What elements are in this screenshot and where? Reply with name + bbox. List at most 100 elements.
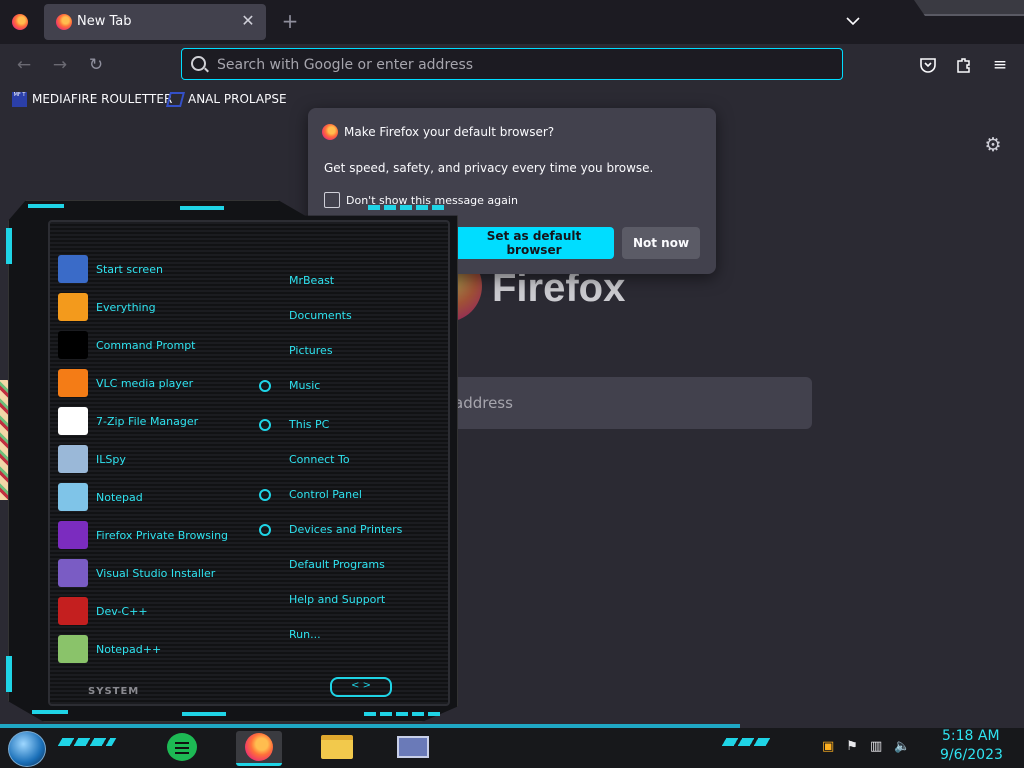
extensions-puzzle-icon[interactable] xyxy=(953,54,975,76)
window-frame-decoration xyxy=(914,0,1024,16)
bookmark-favicon-icon xyxy=(165,91,186,107)
clock-date[interactable]: 9/6/2023 xyxy=(940,747,1003,763)
start-menu-item-label: 7-Zip File Manager xyxy=(96,414,199,428)
volume-icon[interactable]: 🔈 xyxy=(894,739,910,754)
submenu-arrow-icon[interactable] xyxy=(259,419,271,431)
url-input[interactable] xyxy=(215,49,819,81)
file-explorer-icon[interactable] xyxy=(314,731,360,763)
firefox-private-icon xyxy=(58,521,88,549)
start-menu: SYSTEM < > Start screen Everything Command… xyxy=(6,200,458,722)
start-menu-item[interactable]: Start screen xyxy=(58,253,163,285)
start-menu-item-label: Dev-C++ xyxy=(96,604,148,618)
start-menu-item-label: Firefox Private Browsing xyxy=(96,528,229,542)
start-menu-place[interactable]: This PC xyxy=(289,418,329,431)
dialog-title: Make Firefox your default browser? xyxy=(344,125,555,139)
folder-icon xyxy=(321,735,353,759)
system-tray: ▣ ⚑ ▥ 🔈 xyxy=(822,736,910,756)
start-menu-item[interactable]: Firefox Private Browsing xyxy=(58,519,228,551)
start-menu-item-label: ILSpy xyxy=(96,452,126,466)
new-tab-button[interactable]: + xyxy=(278,10,302,34)
window-icon xyxy=(397,736,429,758)
devcpp-icon xyxy=(58,597,88,625)
start-menu-place[interactable]: Default Programs xyxy=(289,558,385,571)
start-menu-place[interactable]: Devices and Printers xyxy=(289,523,402,536)
bookmark-label: MEDIAFIRE ROULETTER xyxy=(32,92,173,106)
start-menu-item[interactable]: 7-Zip File Manager xyxy=(58,405,198,437)
start-menu-item[interactable]: Command Prompt xyxy=(58,329,196,361)
start-menu-item-label: Command Prompt xyxy=(96,338,196,352)
start-menu-item-label: VLC media player xyxy=(96,376,194,390)
start-menu-item[interactable]: ILSpy xyxy=(58,443,126,475)
newtab-search-box[interactable]: address xyxy=(440,377,812,429)
start-menu-item-label: Start screen xyxy=(96,262,163,276)
flag-icon[interactable]: ⚑ xyxy=(846,739,858,754)
start-menu-item-label: Notepad++ xyxy=(96,642,162,656)
start-menu-item[interactable]: Everything xyxy=(58,291,156,323)
firefox-icon xyxy=(12,14,28,30)
bookmark-second[interactable]: ANAL PROLAPSE xyxy=(165,89,287,109)
start-menu-place[interactable]: Help and Support xyxy=(289,593,385,606)
vlc-cone-icon xyxy=(58,369,88,397)
search-icon xyxy=(191,56,206,71)
set-default-browser-button[interactable]: Set as default browser xyxy=(454,227,614,259)
system-label: SYSTEM xyxy=(88,686,140,697)
frame-accent xyxy=(180,206,224,210)
magnifier-icon xyxy=(58,293,88,321)
network-icon[interactable]: ▥ xyxy=(870,739,882,754)
ilspy-icon xyxy=(58,445,88,473)
start-menu-place[interactable]: MrBeast xyxy=(289,274,334,287)
firefox-taskbar-button[interactable] xyxy=(236,731,282,766)
start-menu-place[interactable]: Pictures xyxy=(289,344,333,357)
taskbar-accent xyxy=(57,738,117,746)
start-menu-item[interactable]: Notepad++ xyxy=(58,633,161,665)
close-icon[interactable]: ✕ xyxy=(238,10,258,32)
not-now-button[interactable]: Not now xyxy=(622,227,700,259)
tab-title: New Tab xyxy=(77,14,132,29)
vs-installer-icon xyxy=(58,559,88,587)
tab-favicon-icon xyxy=(56,14,72,30)
frame-accent xyxy=(182,712,226,716)
firefox-icon xyxy=(322,124,338,140)
submenu-arrow-icon[interactable] xyxy=(259,380,271,392)
start-menu-place[interactable]: Documents xyxy=(289,309,352,322)
cmd-icon xyxy=(58,331,88,359)
gear-icon[interactable]: ⚙ xyxy=(982,134,1004,156)
pocket-icon[interactable] xyxy=(917,54,939,76)
chevron-down-icon[interactable] xyxy=(842,10,864,32)
start-menu-item[interactable]: VLC media player xyxy=(58,367,193,399)
hamburger-menu-icon[interactable]: ≡ xyxy=(989,54,1011,76)
notepadpp-icon xyxy=(58,635,88,663)
dialog-body: Get speed, safety, and privacy every tim… xyxy=(324,161,654,175)
page-nav-arrows[interactable]: < > xyxy=(330,677,392,697)
start-menu-item[interactable]: Dev-C++ xyxy=(58,595,148,627)
start-menu-item-label: Notepad xyxy=(96,490,143,504)
start-menu-item[interactable]: Visual Studio Installer xyxy=(58,557,215,589)
start-menu-place[interactable]: Control Panel xyxy=(289,488,362,501)
frame-accent xyxy=(364,712,444,716)
mediafire-favicon-icon: MF T xyxy=(12,91,27,107)
frame-accent xyxy=(6,656,12,692)
start-menu-place[interactable]: Run... xyxy=(289,628,321,641)
tab-new-tab[interactable]: New Tab ✕ xyxy=(44,4,266,40)
notes-app-icon[interactable] xyxy=(160,731,206,763)
start-screen-icon xyxy=(58,255,88,283)
start-menu-item[interactable]: Notepad xyxy=(58,481,143,513)
notes-app-glyph xyxy=(167,733,197,761)
back-arrow-icon[interactable]: ← xyxy=(12,54,36,76)
forward-arrow-icon[interactable]: → xyxy=(48,54,72,76)
firefox-view-button[interactable] xyxy=(6,8,34,36)
notepad-icon xyxy=(58,483,88,511)
window-app-icon[interactable] xyxy=(390,731,436,763)
start-menu-place[interactable]: Connect To xyxy=(289,453,350,466)
frame-accent xyxy=(368,205,444,210)
start-menu-place[interactable]: Music xyxy=(289,379,320,392)
clock-time[interactable]: 5:18 AM xyxy=(942,728,1000,744)
reload-icon[interactable]: ↻ xyxy=(84,54,108,76)
bookmark-mediafire-rouletter[interactable]: MF T MEDIAFIRE ROULETTER xyxy=(12,89,172,109)
submenu-arrow-icon[interactable] xyxy=(259,489,271,501)
start-menu-item-label: Everything xyxy=(96,300,156,314)
submenu-arrow-icon[interactable] xyxy=(259,524,271,536)
start-button[interactable] xyxy=(8,731,46,767)
java-update-icon[interactable]: ▣ xyxy=(822,739,834,754)
url-bar[interactable] xyxy=(181,48,843,81)
